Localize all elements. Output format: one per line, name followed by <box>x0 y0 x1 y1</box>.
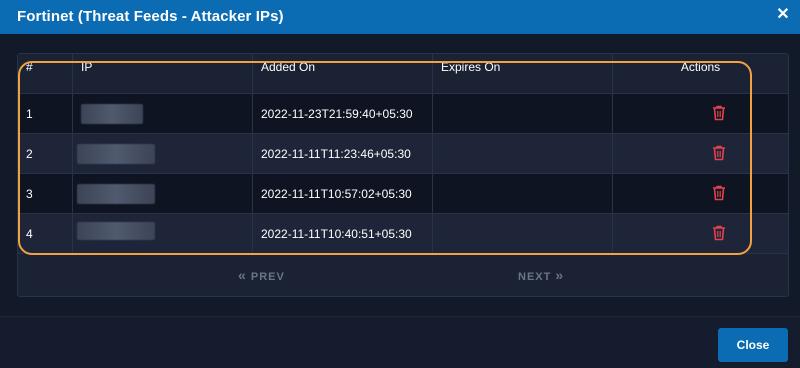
expires-on-cell <box>432 134 612 174</box>
row-number: 1 <box>26 107 33 121</box>
modal-body: # IP Added On Expires On Actions 1 2022-… <box>0 34 800 316</box>
modal-footer: Close <box>0 316 800 368</box>
actions-cell <box>612 94 788 134</box>
added-on-cell: 2022-11-23T21:59:40+05:30 <box>252 94 432 134</box>
next-label: NEXT <box>518 271 552 283</box>
trash-icon[interactable] <box>712 185 726 201</box>
double-chevron-right-icon: » <box>555 267 565 283</box>
row-number: 4 <box>26 227 33 241</box>
trash-icon[interactable] <box>712 145 726 161</box>
ip-cell <box>72 214 252 254</box>
prev-label: PREV <box>250 271 285 283</box>
column-header-added-on: Added On <box>252 54 432 94</box>
added-on-cell: 2022-11-11T10:57:02+05:30 <box>252 174 432 214</box>
column-header-expires-on: Expires On <box>432 54 612 94</box>
prev-button[interactable]: « PREV <box>238 267 285 283</box>
redacted-ip <box>77 222 155 240</box>
attacker-ips-table: # IP Added On Expires On Actions 1 2022-… <box>17 53 789 297</box>
row-number: 2 <box>26 147 33 161</box>
ip-cell <box>72 94 252 134</box>
redacted-ip <box>77 144 155 164</box>
ip-cell <box>72 134 252 174</box>
close-button[interactable]: Close <box>718 328 788 362</box>
expires-on-cell <box>432 214 612 254</box>
expires-on-cell <box>432 174 612 214</box>
added-on-cell: 2022-11-11T10:40:51+05:30 <box>252 214 432 254</box>
table-row: 1 2022-11-23T21:59:40+05:30 <box>18 94 788 134</box>
pagination: « PREV NEXT » <box>18 254 788 296</box>
trash-icon[interactable] <box>712 225 726 241</box>
table-row: 2 2022-11-11T11:23:46+05:30 <box>18 134 788 174</box>
modal-title: Fortinet (Threat Feeds - Attacker IPs) <box>17 8 284 25</box>
actions-cell <box>612 214 788 254</box>
expires-on-cell <box>432 94 612 134</box>
table-row: 4 2022-11-11T10:40:51+05:30 <box>18 214 788 254</box>
actions-cell <box>612 134 788 174</box>
row-number: 3 <box>26 187 33 201</box>
actions-cell <box>612 174 788 214</box>
next-button[interactable]: NEXT » <box>518 267 564 283</box>
redacted-ip <box>77 184 155 204</box>
modal-header: Fortinet (Threat Feeds - Attacker IPs) ✕ <box>0 0 800 34</box>
column-header-ip: IP <box>72 54 252 94</box>
close-icon[interactable]: ✕ <box>776 6 790 24</box>
table-header-row: # IP Added On Expires On Actions <box>18 54 788 94</box>
redacted-ip <box>81 104 143 124</box>
column-header-number: # <box>26 60 33 74</box>
double-chevron-left-icon: « <box>238 267 247 283</box>
table-row: 3 2022-11-11T10:57:02+05:30 <box>18 174 788 214</box>
column-header-actions: Actions <box>612 54 788 94</box>
trash-icon[interactable] <box>712 105 726 121</box>
threat-feeds-modal: Fortinet (Threat Feeds - Attacker IPs) ✕… <box>0 0 800 368</box>
added-on-cell: 2022-11-11T11:23:46+05:30 <box>252 134 432 174</box>
ip-cell <box>72 174 252 214</box>
